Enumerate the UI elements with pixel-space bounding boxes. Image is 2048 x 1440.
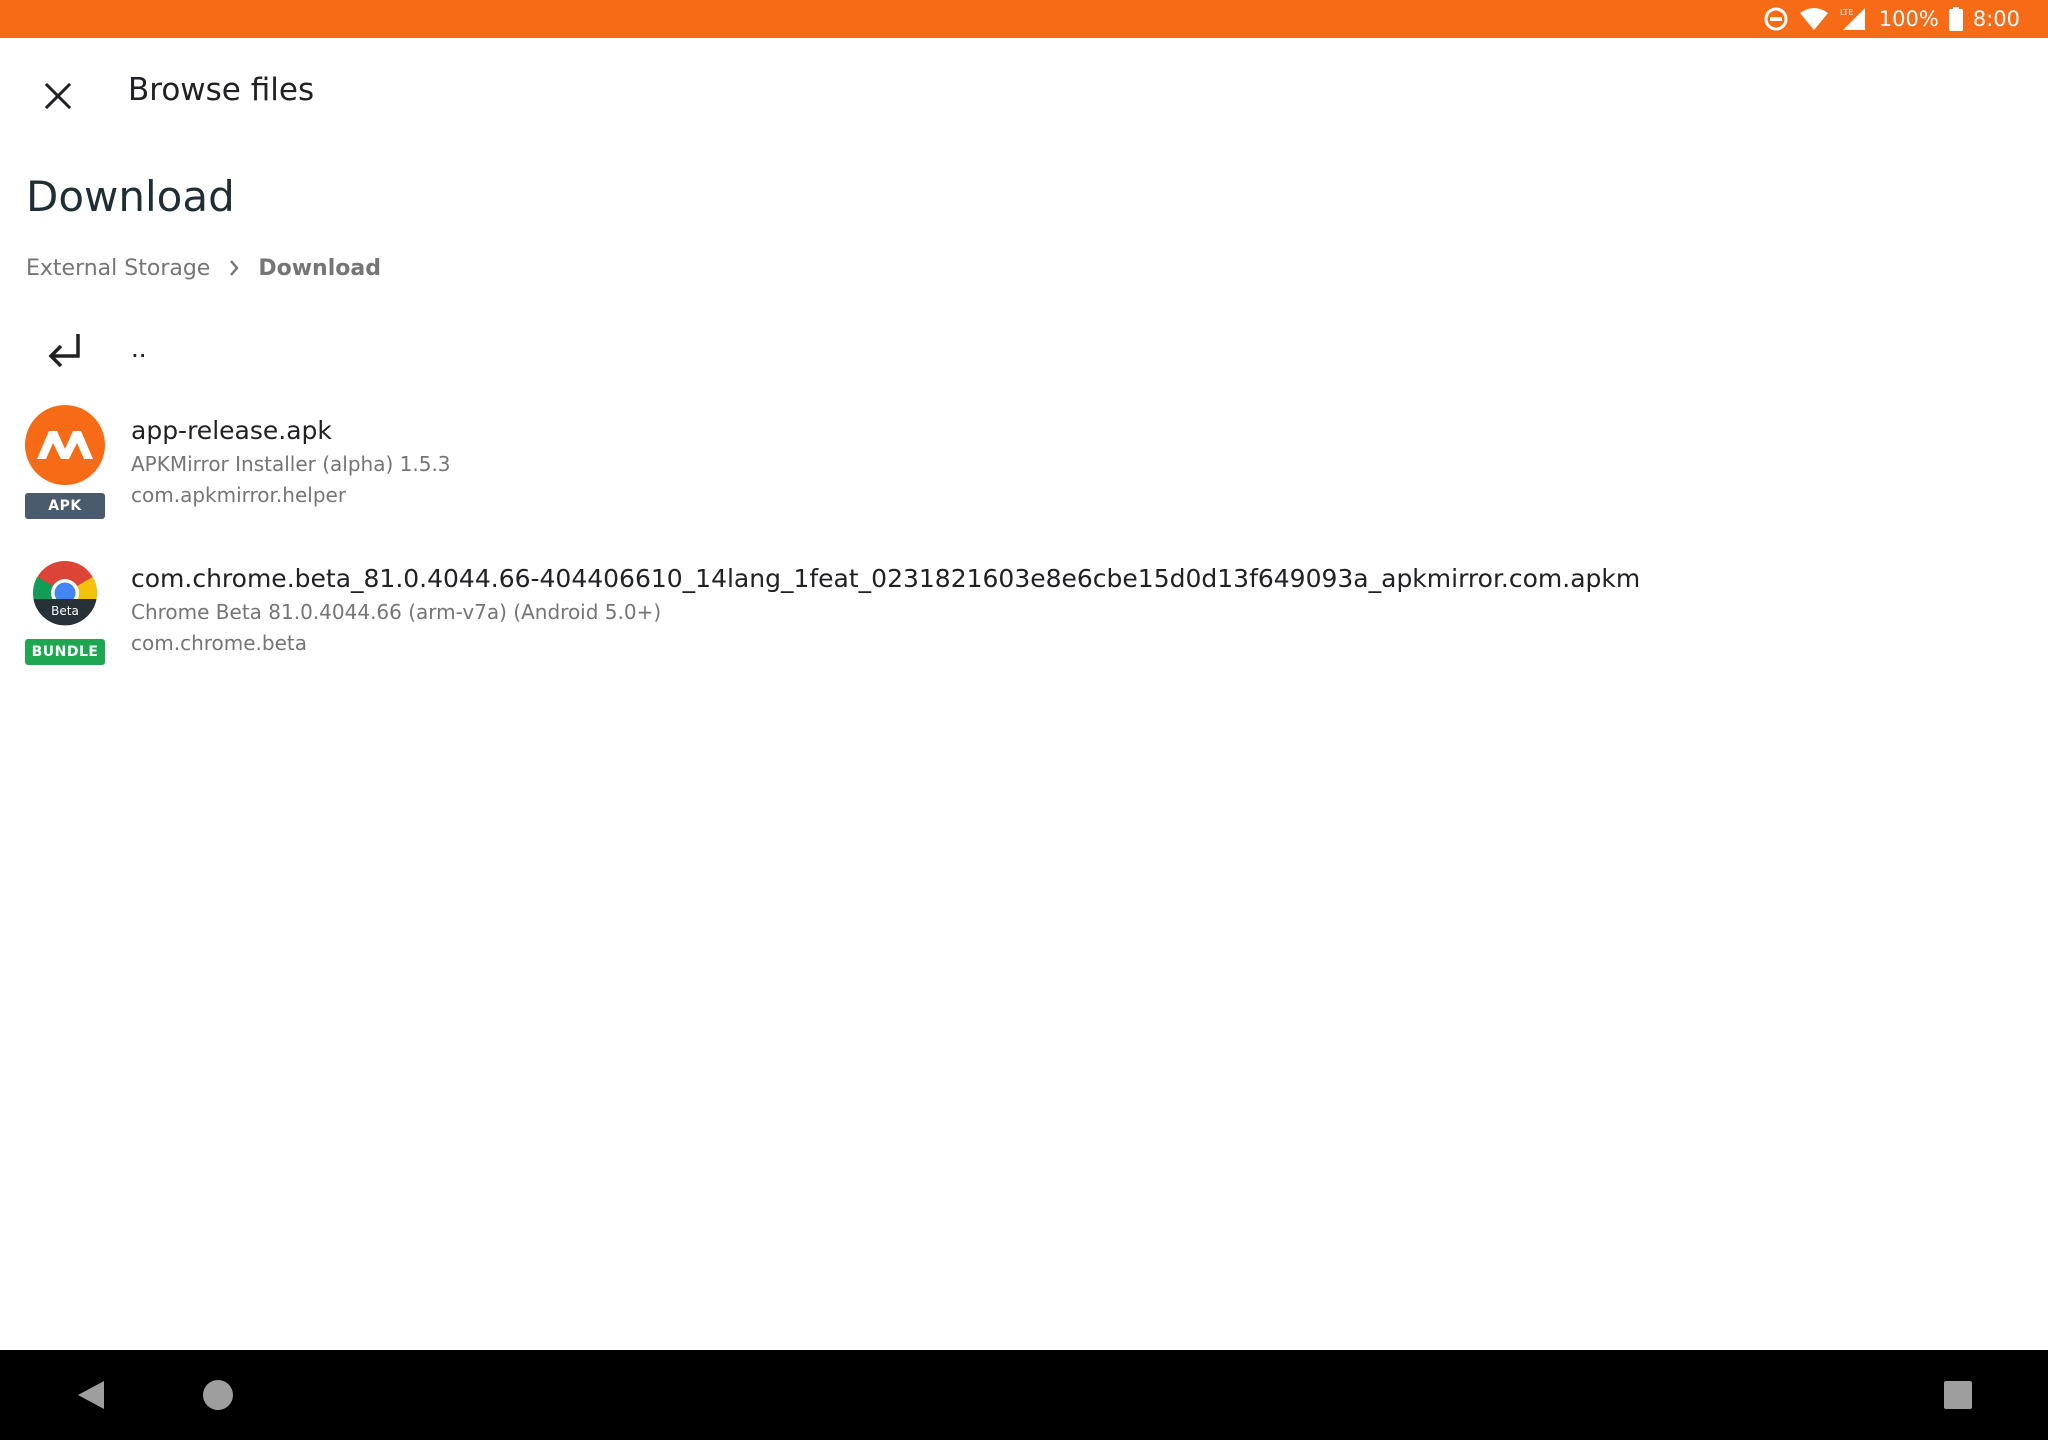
chevron-right-icon bbox=[228, 259, 240, 277]
svg-text:LTE: LTE bbox=[1840, 8, 1853, 17]
navigation-bar bbox=[0, 1350, 2048, 1440]
status-bar: LTE 100% 8:00 bbox=[0, 0, 2048, 38]
file-name: app-release.apk bbox=[131, 416, 332, 445]
file-app-label: Chrome Beta 81.0.4044.66 (arm-v7a) (Andr… bbox=[131, 600, 662, 624]
home-circle-icon bbox=[203, 1380, 233, 1410]
toolbar-title: Browse files bbox=[128, 72, 315, 108]
file-type-badge: APK bbox=[25, 493, 105, 519]
chrome-beta-icon: Beta bbox=[33, 561, 97, 626]
home-button[interactable] bbox=[195, 1372, 241, 1418]
status-icons: LTE 100% 8:00 bbox=[1763, 0, 2020, 38]
recents-button[interactable] bbox=[1935, 1372, 1981, 1418]
file-package-name: com.chrome.beta bbox=[131, 631, 308, 655]
toolbar: Browse files bbox=[0, 38, 2048, 142]
breadcrumb-item-external-storage[interactable]: External Storage bbox=[26, 256, 210, 281]
close-icon bbox=[44, 82, 72, 110]
apkmirror-icon bbox=[25, 405, 105, 485]
back-button[interactable] bbox=[68, 1372, 114, 1418]
svg-text:Beta: Beta bbox=[51, 604, 79, 618]
close-button[interactable] bbox=[30, 68, 86, 124]
return-arrow-icon bbox=[48, 334, 80, 368]
breadcrumb: External Storage Download bbox=[26, 252, 381, 284]
parent-directory-label: .. bbox=[131, 332, 147, 363]
file-list-item[interactable]: Beta BUNDLE com.chrome.beta_81.0.4044.66… bbox=[0, 548, 2048, 678]
file-app-label: APKMirror Installer (alpha) 1.5.3 bbox=[131, 452, 451, 476]
dnd-icon bbox=[1763, 6, 1789, 32]
page-title: Download bbox=[26, 172, 235, 221]
parent-directory-row[interactable]: .. bbox=[0, 318, 2048, 384]
clock: 8:00 bbox=[1972, 7, 2020, 31]
file-list-item[interactable]: APK app-release.apk APKMirror Installer … bbox=[0, 400, 2048, 530]
file-type-badge: BUNDLE bbox=[25, 639, 105, 665]
wifi-icon bbox=[1799, 7, 1829, 31]
recents-square-icon bbox=[1944, 1381, 1972, 1409]
file-package-name: com.apkmirror.helper bbox=[131, 483, 347, 507]
battery-percent: 100% bbox=[1878, 7, 1939, 31]
breadcrumb-item-download[interactable]: Download bbox=[258, 256, 381, 281]
cell-signal-icon: LTE bbox=[1839, 6, 1869, 32]
battery-icon bbox=[1948, 7, 1963, 31]
back-triangle-icon bbox=[78, 1381, 104, 1409]
file-name: com.chrome.beta_81.0.4044.66-404406610_1… bbox=[131, 564, 1641, 593]
